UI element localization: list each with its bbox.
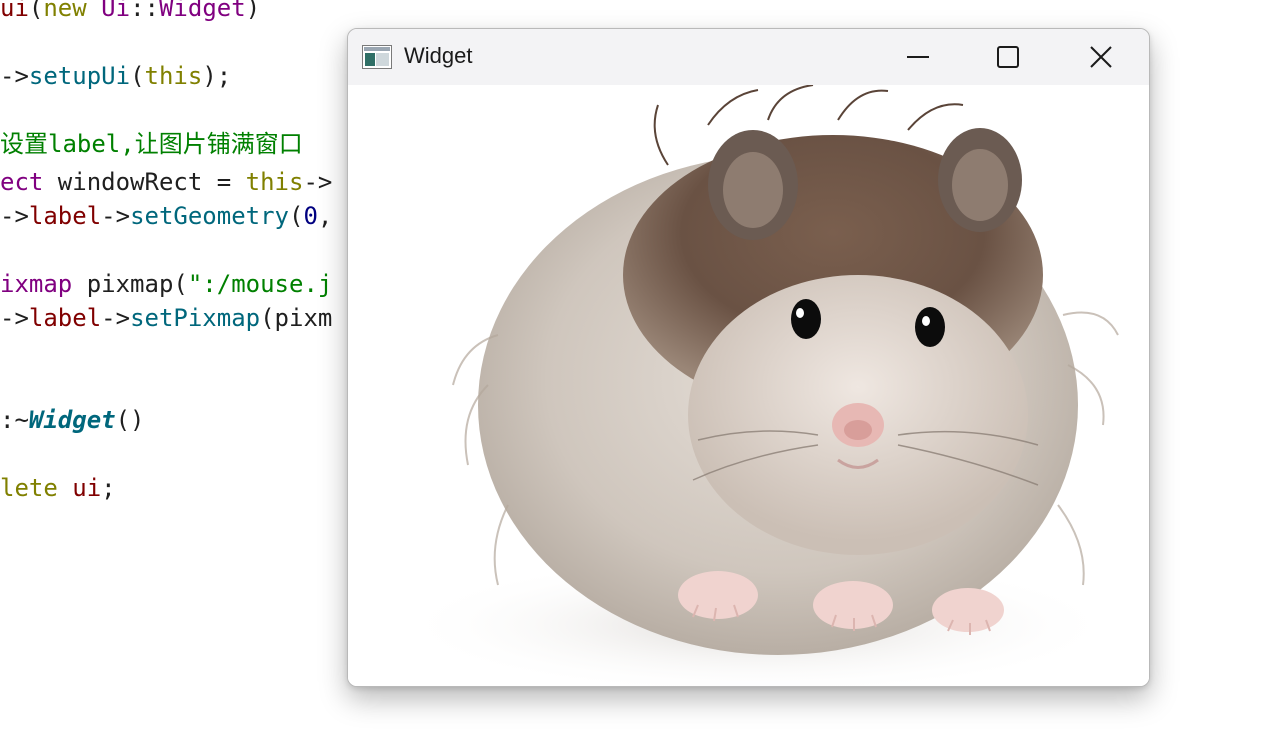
code-line: :~Widget() — [0, 406, 145, 434]
code-token: setupUi — [28, 62, 131, 90]
code-token: ( — [130, 62, 145, 90]
code-token: ( — [289, 202, 304, 230]
code-token: Widget — [28, 406, 116, 434]
code-token: lete — [0, 474, 58, 502]
code-token: :~ — [0, 406, 29, 434]
widget-window[interactable]: Widget — [347, 28, 1150, 687]
code-token: -> — [101, 304, 131, 332]
code-token: ); — [202, 62, 232, 90]
code-token: ui — [72, 474, 102, 502]
code-token: 0 — [303, 202, 318, 230]
minimize-icon — [907, 56, 929, 58]
code-token: new — [43, 0, 87, 22]
code-line: lete ui; — [0, 474, 116, 502]
code-token: windowRect = — [43, 168, 246, 196]
code-line: ixmap pixmap(":/mouse.j — [0, 270, 332, 298]
code-line: 设置label,让图片铺满窗口 — [0, 130, 303, 158]
code-line: ->label->setPixmap(pixm — [0, 304, 332, 332]
code-token: ; — [101, 474, 116, 502]
code-token: Ui — [101, 0, 131, 22]
code-line: ->label->setGeometry(0, — [0, 202, 332, 230]
code-token: 设置label,让图片铺满窗口 — [0, 130, 303, 158]
close-icon — [1090, 46, 1112, 68]
code-token: this — [144, 62, 203, 90]
code-token: :: — [130, 0, 159, 22]
code-token: -> — [0, 202, 29, 230]
code-token: -> — [101, 202, 131, 230]
title-bar[interactable]: Widget — [348, 29, 1149, 85]
code-token: ixmap — [0, 270, 73, 298]
close-button[interactable] — [1056, 29, 1146, 85]
code-token: label — [28, 304, 102, 332]
code-token: label — [28, 202, 102, 230]
code-token: () — [115, 406, 145, 434]
code-token: pixmap( — [72, 270, 188, 298]
code-token: ui — [0, 0, 29, 22]
code-line: ect windowRect = this-> — [0, 168, 332, 196]
hamster-image — [348, 85, 1149, 686]
code-token: this — [245, 168, 304, 196]
code-token: ":/mouse.j — [187, 270, 333, 298]
code-line: ui(new Ui::Widget) — [0, 0, 260, 22]
code-token: -> — [0, 304, 29, 332]
app-window-icon — [362, 45, 392, 69]
code-token: , — [317, 202, 333, 230]
code-token: Widget — [158, 0, 246, 22]
image-label — [348, 85, 1149, 686]
code-token: ect — [0, 168, 44, 196]
code-token: ) — [245, 0, 261, 22]
code-token: setGeometry — [130, 202, 290, 230]
maximize-button[interactable] — [963, 29, 1053, 85]
code-token: (pixm — [260, 304, 333, 332]
code-line: ->setupUi(this); — [0, 62, 231, 90]
minimize-button[interactable] — [873, 29, 963, 85]
code-token: -> — [303, 168, 333, 196]
code-token: ( — [28, 0, 44, 22]
window-title: Widget — [404, 43, 473, 68]
maximize-icon — [997, 46, 1019, 68]
code-token: -> — [0, 62, 29, 90]
code-token: setPixmap — [130, 304, 261, 332]
